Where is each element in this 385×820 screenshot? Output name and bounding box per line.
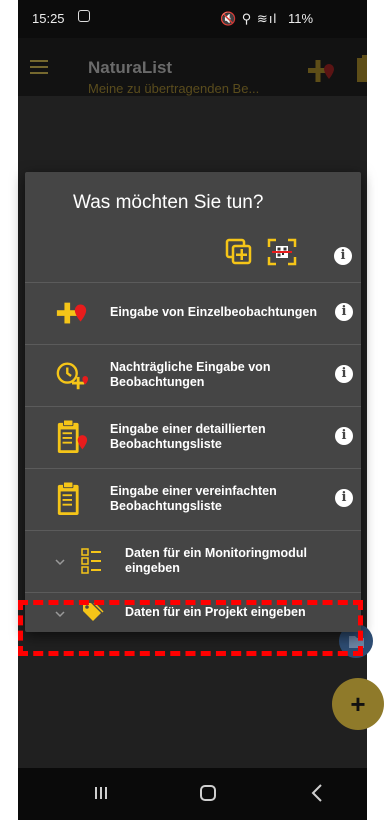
clock-add-icon [56, 362, 89, 390]
add-fab[interactable]: + [332, 678, 384, 730]
status-time: 15:25 [32, 11, 65, 26]
option-retroactive-observations[interactable]: Nachträgliche Eingabe von Beobachtungen … [25, 344, 361, 404]
chevron-down-icon [55, 559, 65, 566]
status-bar: 15:25 🔇 ⚲ ≋ıl 11% [18, 0, 367, 38]
option-label: Eingabe einer detaillierten Beobachtungs… [110, 422, 266, 451]
option-single-observations[interactable]: Eingabe von Einzelbeobachtungen i [25, 282, 361, 342]
info-icon[interactable]: i [335, 365, 353, 383]
recent-apps-icon[interactable] [94, 786, 108, 800]
action-dialog: Was möchten Sie tun? i Eingabe von Einze… [25, 172, 361, 632]
menu-icon[interactable] [30, 60, 48, 74]
info-icon[interactable]: i [335, 489, 353, 507]
info-icon[interactable]: i [335, 303, 353, 321]
copy-add-icon[interactable] [225, 238, 253, 266]
monitoring-module-icon [81, 548, 101, 574]
clipboard-icon[interactable] [356, 54, 367, 84]
notification-icon [78, 10, 90, 22]
info-icon[interactable]: i [334, 247, 352, 265]
system-nav-bar [18, 768, 367, 820]
option-label: Nachträgliche Eingabe von Beobachtungen [110, 360, 271, 389]
back-icon[interactable] [311, 784, 323, 802]
dialog-title: Was möchten Sie tun? [73, 192, 264, 213]
option-label: Eingabe von Einzelbeobachtungen [110, 305, 317, 319]
add-observation-icon [56, 302, 87, 324]
info-icon[interactable]: i [335, 427, 353, 445]
home-icon[interactable] [200, 785, 216, 801]
option-label: Daten für ein Monitoringmodul eingeben [125, 546, 307, 575]
simple-list-icon [57, 481, 79, 516]
battery-level: 11% [288, 11, 314, 26]
app-subtitle: Meine zu übertragenden Be... [88, 81, 260, 96]
option-project-data[interactable]: Daten für ein Projekt eingeben [25, 592, 361, 632]
detailed-list-icon [57, 419, 88, 454]
option-detailed-list[interactable]: Eingabe einer detaillierten Beobachtungs… [25, 406, 361, 466]
tag-icon [83, 602, 104, 621]
app-bar: NaturaList Meine zu übertragenden Be... [18, 38, 367, 96]
status-icons: 🔇 ⚲ ≋ıl [220, 11, 278, 26]
option-monitoring-module[interactable]: Daten für ein Monitoringmodul eingeben [25, 530, 361, 590]
option-label: Eingabe einer vereinfachten Beobachtungs… [110, 484, 277, 513]
add-observation-icon[interactable] [306, 56, 336, 86]
qr-scan-icon[interactable] [267, 238, 297, 266]
chevron-down-icon [55, 611, 65, 618]
app-title: NaturaList [88, 58, 173, 77]
option-label: Daten für ein Projekt eingeben [125, 605, 306, 619]
option-simple-list[interactable]: Eingabe einer vereinfachten Beobachtungs… [25, 468, 361, 528]
